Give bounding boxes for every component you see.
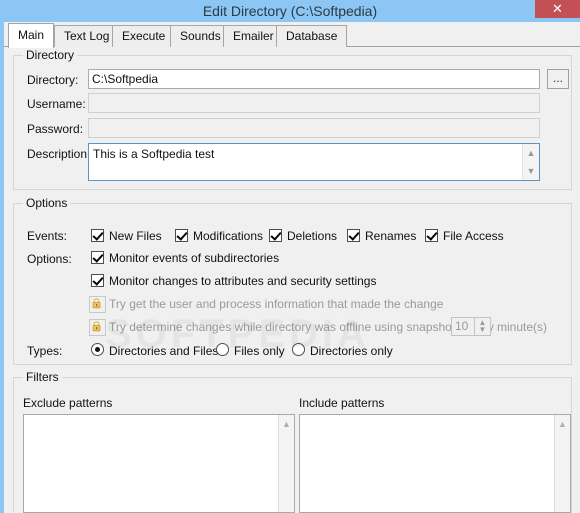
- username-label: Username:: [27, 97, 86, 111]
- lock-icon: [92, 321, 101, 332]
- scroll-up-icon[interactable]: ▲: [279, 418, 294, 430]
- description-scrollbar[interactable]: ▲ ▼: [522, 144, 539, 180]
- directory-group-title: Directory: [23, 48, 78, 62]
- tab-main[interactable]: Main: [8, 23, 55, 48]
- checkbox-renames[interactable]: [347, 229, 360, 242]
- directory-label: Directory:: [27, 73, 79, 87]
- tab-text-log[interactable]: Text Log: [54, 25, 120, 47]
- checkbox-monitor-attributes-label: Monitor changes to attributes and securi…: [109, 274, 377, 288]
- radio-directories-and-files-label: Directories and Files: [109, 344, 219, 358]
- checkbox-file-access-label: File Access: [443, 229, 504, 243]
- scroll-up-icon[interactable]: ▲: [555, 418, 570, 430]
- password-label: Password:: [27, 122, 84, 136]
- snapshot-interval-value: 10: [455, 319, 469, 333]
- checkbox-modifications[interactable]: [175, 229, 188, 242]
- close-icon[interactable]: ✕: [535, 0, 580, 18]
- directory-input[interactable]: C:\Softpedia: [88, 69, 540, 89]
- username-input[interactable]: [88, 93, 540, 113]
- radio-files-only-label: Files only: [234, 344, 285, 358]
- options-label: Options:: [27, 252, 72, 266]
- filters-group-title: Filters: [23, 370, 62, 384]
- description-value: This is a Softpedia test: [93, 147, 215, 161]
- tab-sounds[interactable]: Sounds: [170, 25, 231, 47]
- title-bar: Edit Directory (C:\Softpedia) ✕: [0, 0, 580, 22]
- snapshot-interval-stepper[interactable]: 10 ▲ ▼: [451, 317, 491, 336]
- radio-files-only[interactable]: [216, 343, 229, 356]
- checkbox-deletions-label: Deletions: [287, 229, 338, 243]
- checkbox-user-process-info-label: Try get the user and process information…: [109, 297, 444, 311]
- tab-database[interactable]: Database: [276, 25, 348, 47]
- checkbox-deletions[interactable]: [269, 229, 282, 242]
- snapshot-interval-buttons[interactable]: ▲ ▼: [474, 318, 490, 335]
- tab-emailer[interactable]: Emailer: [223, 25, 284, 47]
- radio-directories-and-files[interactable]: [91, 343, 104, 356]
- exclude-patterns-list[interactable]: ▲: [23, 414, 295, 513]
- events-label: Events:: [27, 229, 68, 243]
- checkbox-offline-snapshots-label: Try determine changes while directory wa…: [109, 320, 494, 334]
- exclude-patterns-label: Exclude patterns: [23, 396, 113, 410]
- tab-execute[interactable]: Execute: [112, 25, 176, 47]
- checkbox-file-access[interactable]: [425, 229, 438, 242]
- tab-strip: Main Text Log Execute Sounds Emailer Dat…: [4, 22, 580, 48]
- edit-directory-window: Edit Directory (C:\Softpedia) ✕ Main Tex…: [0, 0, 580, 513]
- include-patterns-label: Include patterns: [299, 396, 385, 410]
- scroll-up-icon[interactable]: ▲: [523, 146, 539, 160]
- description-label: Description:: [27, 147, 91, 161]
- browse-button[interactable]: ...: [547, 69, 569, 89]
- exclude-patterns-scrollbar[interactable]: ▲: [278, 415, 294, 512]
- snapshot-units-label: minute(s): [497, 320, 548, 334]
- checkbox-monitor-attributes[interactable]: [91, 274, 104, 287]
- checkbox-new-files-label: New Files: [109, 229, 162, 243]
- stepper-down-icon[interactable]: ▼: [475, 326, 490, 334]
- include-patterns-list[interactable]: ▲: [299, 414, 571, 513]
- options-group-title: Options: [23, 196, 71, 210]
- checkbox-user-process-info-locked: [89, 296, 106, 313]
- checkbox-monitor-subdirectories-label: Monitor events of subdirectories: [109, 251, 280, 265]
- tab-content-main: Directory Directory: C:\Softpedia ... Us…: [4, 47, 580, 513]
- password-input[interactable]: [88, 118, 540, 138]
- include-patterns-scrollbar[interactable]: ▲: [554, 415, 570, 512]
- scroll-down-icon[interactable]: ▼: [523, 164, 539, 178]
- checkbox-renames-label: Renames: [365, 229, 417, 243]
- checkbox-new-files[interactable]: [91, 229, 104, 242]
- window-title: Edit Directory (C:\Softpedia): [202, 3, 378, 19]
- radio-directories-only[interactable]: [292, 343, 305, 356]
- radio-directories-only-label: Directories only: [310, 344, 393, 358]
- checkbox-offline-snapshots-locked: [89, 319, 106, 336]
- checkbox-monitor-subdirectories[interactable]: [91, 251, 104, 264]
- lock-icon: [92, 298, 101, 309]
- types-label: Types:: [27, 344, 63, 358]
- checkbox-modifications-label: Modifications: [193, 229, 264, 243]
- description-input[interactable]: This is a Softpedia test ▲ ▼: [88, 143, 540, 181]
